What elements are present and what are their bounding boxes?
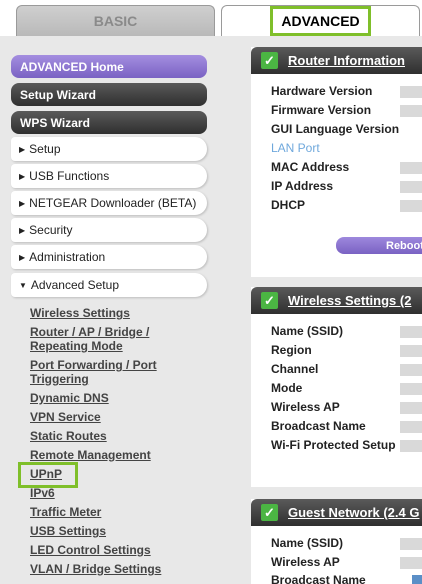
- tab-advanced-label: ADVANCED: [270, 6, 371, 36]
- triangle-right-icon: ▶: [19, 252, 26, 262]
- triangle-down-icon: ▼: [19, 280, 27, 290]
- submenu-wireless-settings[interactable]: Wireless Settings: [30, 306, 130, 320]
- row-lan-port[interactable]: LAN Port: [271, 141, 320, 155]
- router-information-title[interactable]: Router Information: [288, 53, 405, 68]
- row-wireless-ap: Wireless AP: [271, 400, 340, 414]
- redacted-value: [400, 364, 422, 376]
- menu-security[interactable]: ▶ Security: [11, 218, 207, 242]
- redacted-value: [400, 402, 422, 414]
- redacted-value: [400, 200, 422, 212]
- row-ip-address: IP Address: [271, 179, 334, 193]
- menu-setup[interactable]: ▶ Setup: [11, 137, 207, 161]
- wireless-settings-header: ✓ Wireless Settings (2: [251, 287, 422, 314]
- menu-usb-functions[interactable]: ▶ USB Functions: [11, 164, 207, 188]
- row-wifi-protected-setup: Wi-Fi Protected Setup: [271, 438, 396, 452]
- submenu-dynamic-dns[interactable]: Dynamic DNS: [30, 391, 109, 405]
- check-icon: ✓: [261, 52, 278, 69]
- row-guest-wireless-ap: Wireless AP: [271, 555, 340, 569]
- row-firmware-version: Firmware Version: [271, 103, 372, 117]
- menu-advanced-home[interactable]: ADVANCED Home: [11, 55, 207, 78]
- redacted-value: [400, 105, 422, 117]
- router-information-header: ✓ Router Information: [251, 47, 422, 74]
- submenu-traffic-meter[interactable]: Traffic Meter: [30, 505, 101, 519]
- redacted-value: [412, 575, 422, 584]
- row-hardware-version: Hardware Version: [271, 84, 373, 98]
- wireless-settings-title[interactable]: Wireless Settings (2: [288, 293, 411, 308]
- tab-bar: BASIC ADVANCED: [0, 0, 422, 36]
- row-gui-language-version: GUI Language Version: [271, 122, 400, 136]
- triangle-right-icon: ▶: [19, 171, 26, 181]
- submenu-repeating-mode[interactable]: Repeating Mode: [30, 339, 123, 353]
- row-wireless-ssid: Name (SSID): [271, 324, 344, 338]
- submenu-remote-management[interactable]: Remote Management: [30, 448, 151, 462]
- row-dhcp: DHCP: [271, 198, 306, 212]
- redacted-value: [400, 326, 422, 338]
- submenu-upnp[interactable]: UPnP: [30, 467, 62, 481]
- row-broadcast-name: Broadcast Name: [271, 419, 366, 433]
- tab-advanced[interactable]: ADVANCED: [221, 5, 420, 36]
- row-mode: Mode: [271, 381, 303, 395]
- menu-netgear-downloader[interactable]: ▶ NETGEAR Downloader (BETA): [11, 191, 207, 215]
- redacted-value: [400, 162, 422, 174]
- redacted-value: [400, 440, 422, 452]
- redacted-value: [400, 421, 422, 433]
- redacted-value: [400, 86, 422, 98]
- menu-setup-wizard[interactable]: Setup Wizard: [11, 83, 207, 106]
- tab-basic[interactable]: BASIC: [16, 5, 215, 36]
- submenu-port-forwarding[interactable]: Port Forwarding / Port: [30, 358, 157, 372]
- redacted-value: [400, 181, 422, 193]
- triangle-right-icon: ▶: [19, 225, 26, 235]
- submenu-router-ap-bridge[interactable]: Router / AP / Bridge /: [30, 325, 149, 339]
- submenu-vpn-service[interactable]: VPN Service: [30, 410, 101, 424]
- row-guest-ssid: Name (SSID): [271, 536, 344, 550]
- redacted-value: [400, 538, 422, 550]
- row-channel: Channel: [271, 362, 319, 376]
- submenu-led-control[interactable]: LED Control Settings: [30, 543, 151, 557]
- redacted-value: [400, 557, 422, 569]
- row-guest-broadcast-name: Broadcast Name: [271, 573, 366, 584]
- redacted-value: [400, 383, 422, 395]
- menu-advanced-setup[interactable]: ▼ Advanced Setup: [11, 273, 207, 297]
- menu-administration[interactable]: ▶ Administration: [11, 245, 207, 269]
- check-icon: ✓: [261, 292, 278, 309]
- row-mac-address: MAC Address: [271, 160, 350, 174]
- reboot-button[interactable]: Reboot: [336, 237, 422, 254]
- check-icon: ✓: [261, 504, 278, 521]
- guest-network-title[interactable]: Guest Network (2.4 G: [288, 505, 419, 520]
- submenu-ipv6[interactable]: IPv6: [30, 486, 55, 500]
- submenu-usb-settings[interactable]: USB Settings: [30, 524, 106, 538]
- row-region: Region: [271, 343, 312, 357]
- menu-wps-wizard[interactable]: WPS Wizard: [11, 111, 207, 134]
- triangle-right-icon: ▶: [19, 144, 26, 154]
- submenu-vlan-bridge[interactable]: VLAN / Bridge Settings: [30, 562, 161, 576]
- guest-network-header: ✓ Guest Network (2.4 G: [251, 499, 422, 526]
- submenu-static-routes[interactable]: Static Routes: [30, 429, 107, 443]
- redacted-value: [400, 345, 422, 357]
- submenu-triggering[interactable]: Triggering: [30, 372, 89, 386]
- triangle-right-icon: ▶: [19, 198, 26, 208]
